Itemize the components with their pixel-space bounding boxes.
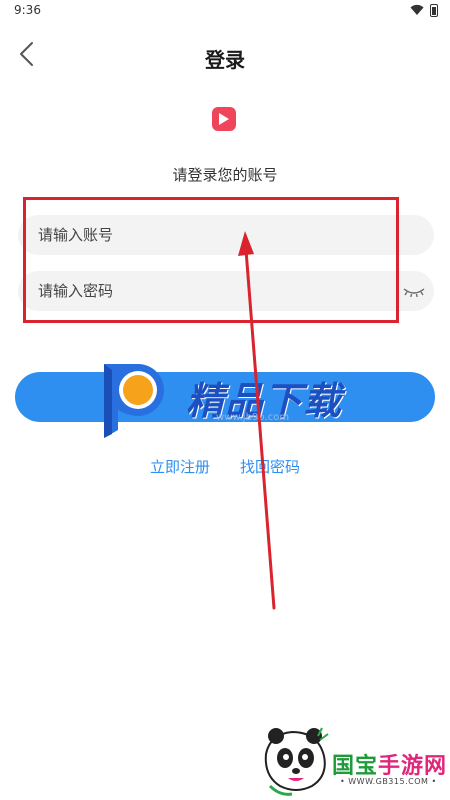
page-title: 登录 [205,48,245,72]
watermark-bottom-text: 国宝手游网 [332,754,448,779]
password-field-container [18,271,434,311]
eye-closed-icon[interactable] [402,280,426,302]
status-icons [410,3,438,17]
status-time: 9:36 [14,3,41,17]
watermark-bottom-url: • WWW.GB315.COM • [340,777,437,786]
status-bar: 9:36 [0,0,450,22]
panda-icon [264,727,329,796]
auth-links: 立即注册 找回密码 [0,456,450,477]
login-button[interactable] [15,372,435,422]
register-link[interactable]: 立即注册 [150,456,210,477]
account-input[interactable] [38,215,378,255]
app-logo-icon [212,107,236,131]
forgot-password-link[interactable]: 找回密码 [240,456,300,477]
battery-icon [430,3,438,17]
password-input[interactable] [38,271,378,311]
login-subtitle: 请登录您的账号 [172,166,278,184]
wifi-icon [410,4,424,15]
account-field-container [18,215,434,255]
watermark-bottom: 国宝手游网 • WWW.GB315.COM • [248,722,450,800]
